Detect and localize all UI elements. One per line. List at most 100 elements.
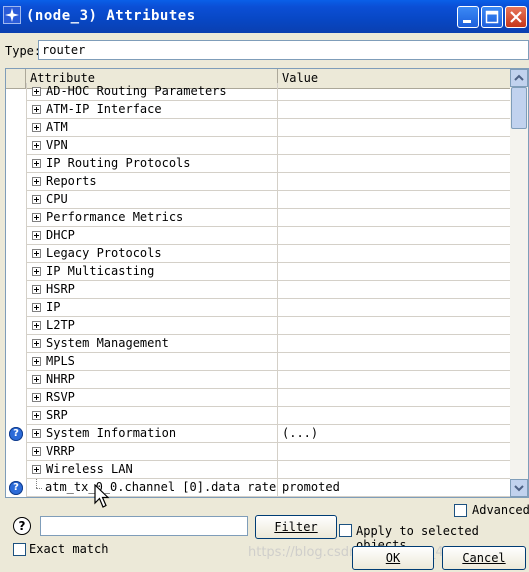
expand-plus-icon[interactable] bbox=[32, 159, 41, 168]
grid-row[interactable]: System Management bbox=[6, 335, 510, 353]
expand-plus-icon[interactable] bbox=[32, 267, 41, 276]
expand-plus-icon[interactable] bbox=[32, 303, 41, 312]
value-cell[interactable] bbox=[278, 155, 510, 173]
grid-row[interactable]: Wireless LAN bbox=[6, 461, 510, 479]
filter-input[interactable] bbox=[40, 516, 248, 536]
value-cell[interactable] bbox=[278, 245, 510, 263]
row-help-icon[interactable]: ? bbox=[9, 481, 23, 495]
attribute-cell[interactable]: IP Multicasting bbox=[26, 263, 278, 281]
advanced-checkbox[interactable] bbox=[454, 504, 467, 517]
expand-plus-icon[interactable] bbox=[32, 231, 41, 240]
expand-plus-icon[interactable] bbox=[32, 249, 41, 258]
expand-plus-icon[interactable] bbox=[32, 393, 41, 402]
attribute-cell[interactable]: AD-HOC Routing Parameters bbox=[26, 83, 278, 101]
scroll-down-button[interactable] bbox=[510, 479, 528, 497]
attribute-cell[interactable]: RSVP bbox=[26, 389, 278, 407]
grid-row[interactable]: ATM bbox=[6, 119, 510, 137]
value-cell[interactable] bbox=[278, 173, 510, 191]
grid-row[interactable]: CPU bbox=[6, 191, 510, 209]
grid-row[interactable]: ? atm_tx_0_0.channel [0].data rate promote… bbox=[6, 479, 510, 497]
attribute-cell[interactable]: Legacy Protocols bbox=[26, 245, 278, 263]
attribute-cell[interactable]: ATM bbox=[26, 119, 278, 137]
grid-row[interactable]: NHRP bbox=[6, 371, 510, 389]
attribute-cell[interactable]: System Information bbox=[26, 425, 278, 443]
scroll-thumb[interactable] bbox=[511, 87, 527, 129]
attribute-cell[interactable]: VRRP bbox=[26, 443, 278, 461]
value-cell[interactable] bbox=[278, 281, 510, 299]
grid-row[interactable]: L2TP bbox=[6, 317, 510, 335]
attribute-cell[interactable]: CPU bbox=[26, 191, 278, 209]
value-cell[interactable] bbox=[278, 101, 510, 119]
attribute-cell[interactable]: MPLS bbox=[26, 353, 278, 371]
value-cell[interactable]: promoted bbox=[278, 479, 510, 497]
grid-row[interactable]: VPN bbox=[6, 137, 510, 155]
expand-plus-icon[interactable] bbox=[32, 87, 41, 96]
grid-row[interactable]: DHCP bbox=[6, 227, 510, 245]
attribute-cell[interactable]: Reports bbox=[26, 173, 278, 191]
grid-row[interactable]: MPLS bbox=[6, 353, 510, 371]
grid-row[interactable]: ? System Information (...) bbox=[6, 425, 510, 443]
value-cell[interactable] bbox=[278, 461, 510, 479]
value-cell[interactable] bbox=[278, 191, 510, 209]
grid-row[interactable]: IP bbox=[6, 299, 510, 317]
ok-button[interactable]: OK bbox=[352, 546, 434, 570]
expand-plus-icon[interactable] bbox=[32, 465, 41, 474]
value-cell[interactable] bbox=[278, 119, 510, 137]
attribute-cell[interactable]: Performance Metrics bbox=[26, 209, 278, 227]
value-cell[interactable] bbox=[278, 209, 510, 227]
value-cell[interactable] bbox=[278, 335, 510, 353]
attribute-cell[interactable]: SRP bbox=[26, 407, 278, 425]
value-cell[interactable] bbox=[278, 371, 510, 389]
attribute-cell[interactable]: HSRP bbox=[26, 281, 278, 299]
expand-plus-icon[interactable] bbox=[32, 285, 41, 294]
value-cell[interactable] bbox=[278, 299, 510, 317]
grid-row[interactable]: VRRP bbox=[6, 443, 510, 461]
attribute-cell[interactable]: L2TP bbox=[26, 317, 278, 335]
grid-row[interactable]: Reports bbox=[6, 173, 510, 191]
title-bar[interactable]: (node_3) Attributes bbox=[0, 0, 529, 33]
attribute-cell[interactable]: System Management bbox=[26, 335, 278, 353]
attribute-cell[interactable]: VPN bbox=[26, 137, 278, 155]
attribute-cell[interactable]: IP Routing Protocols bbox=[26, 155, 278, 173]
expand-plus-icon[interactable] bbox=[32, 141, 41, 150]
cancel-button[interactable]: Cancel bbox=[442, 546, 526, 570]
vertical-scrollbar[interactable] bbox=[510, 69, 528, 497]
filter-button[interactable]: Filter bbox=[255, 515, 337, 539]
value-cell[interactable] bbox=[278, 317, 510, 335]
expand-plus-icon[interactable] bbox=[32, 105, 41, 114]
row-help-icon[interactable]: ? bbox=[9, 427, 23, 441]
expand-plus-icon[interactable] bbox=[32, 195, 41, 204]
value-cell[interactable] bbox=[278, 407, 510, 425]
expand-plus-icon[interactable] bbox=[32, 429, 41, 438]
exact-match-checkbox[interactable] bbox=[13, 543, 26, 556]
maximize-button[interactable] bbox=[481, 6, 503, 28]
value-cell[interactable] bbox=[278, 353, 510, 371]
grid-row[interactable]: SRP bbox=[6, 407, 510, 425]
expand-plus-icon[interactable] bbox=[32, 321, 41, 330]
attribute-cell[interactable]: NHRP bbox=[26, 371, 278, 389]
expand-plus-icon[interactable] bbox=[32, 375, 41, 384]
expand-plus-icon[interactable] bbox=[32, 339, 41, 348]
expand-plus-icon[interactable] bbox=[32, 213, 41, 222]
attribute-cell[interactable]: DHCP bbox=[26, 227, 278, 245]
expand-plus-icon[interactable] bbox=[32, 177, 41, 186]
expand-plus-icon[interactable] bbox=[32, 411, 41, 420]
value-cell[interactable] bbox=[278, 263, 510, 281]
expand-plus-icon[interactable] bbox=[32, 357, 41, 366]
grid-row[interactable]: Legacy Protocols bbox=[6, 245, 510, 263]
attribute-cell[interactable]: IP bbox=[26, 299, 278, 317]
expand-plus-icon[interactable] bbox=[32, 447, 41, 456]
value-cell[interactable] bbox=[278, 137, 510, 155]
value-cell[interactable] bbox=[278, 389, 510, 407]
help-icon[interactable]: ? bbox=[13, 517, 31, 535]
minimize-button[interactable] bbox=[457, 6, 479, 28]
grid-row[interactable]: HSRP bbox=[6, 281, 510, 299]
type-field[interactable]: router bbox=[38, 40, 529, 60]
value-cell[interactable] bbox=[278, 83, 510, 101]
grid-row[interactable]: ATM-IP Interface bbox=[6, 101, 510, 119]
expand-plus-icon[interactable] bbox=[32, 123, 41, 132]
close-button[interactable] bbox=[505, 6, 527, 28]
grid-row[interactable]: IP Multicasting bbox=[6, 263, 510, 281]
attribute-cell[interactable]: atm_tx_0_0.channel [0].data rate bbox=[26, 479, 278, 497]
attribute-cell[interactable]: Wireless LAN bbox=[26, 461, 278, 479]
